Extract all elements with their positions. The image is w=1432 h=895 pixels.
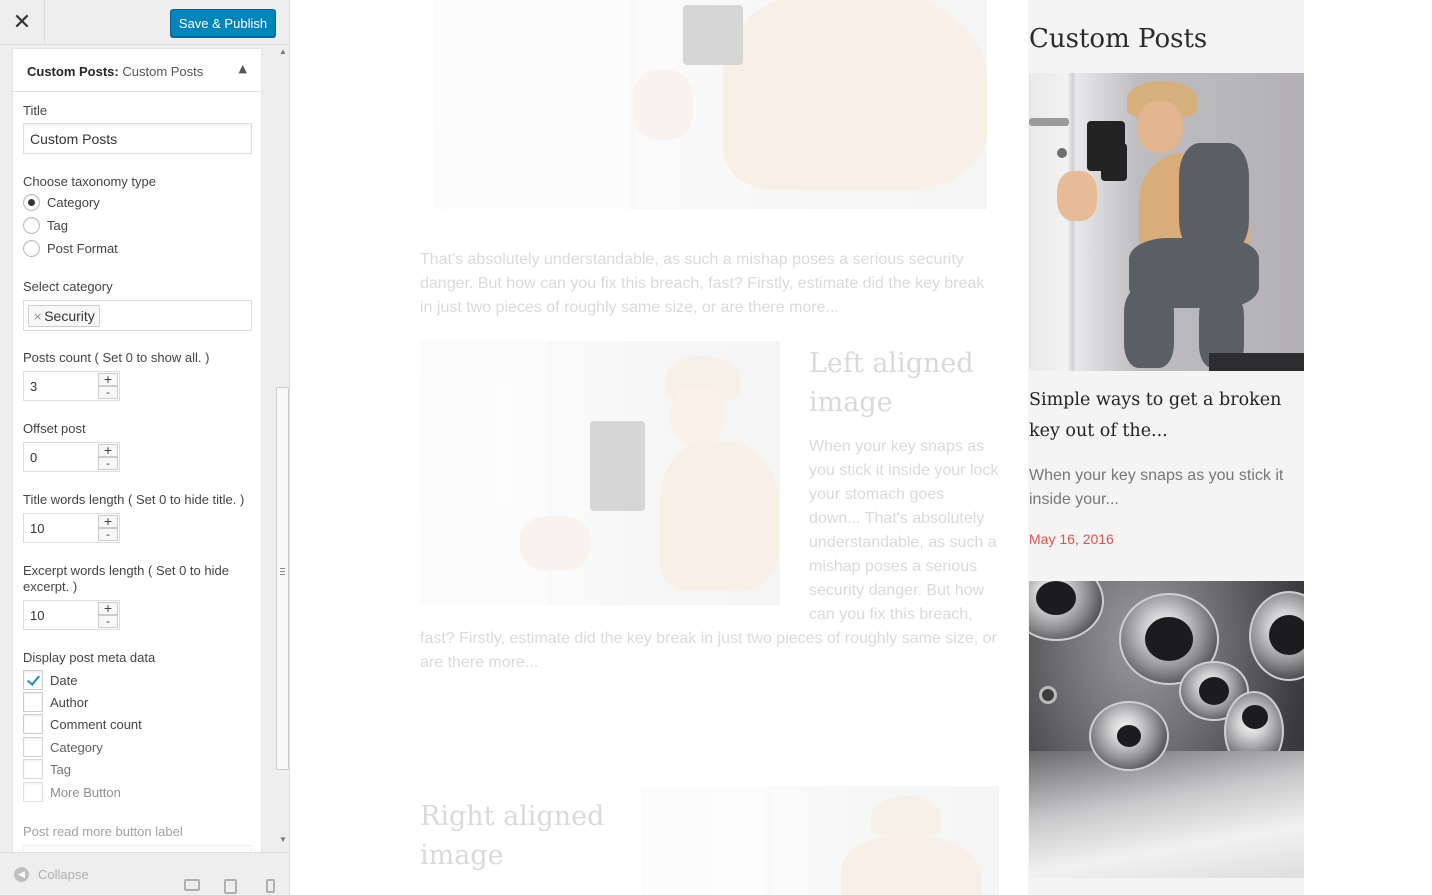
select-category-label: Select category	[23, 279, 113, 294]
excerpt-words-label: Excerpt words length ( Set 0 to hide exc…	[23, 563, 229, 594]
read-more-label: Post read more button label	[23, 824, 183, 839]
close-icon[interactable]: ✕	[0, 0, 45, 45]
title-input[interactable]: Custom Posts	[23, 123, 252, 154]
checkbox-label: Author	[50, 694, 89, 710]
checkbox-author[interactable]: Author	[23, 692, 88, 712]
customizer-header: ✕ Save & Publish	[0, 0, 289, 45]
scroll-thumb[interactable]	[276, 387, 289, 770]
collapse-label[interactable]: Collapse	[38, 867, 89, 882]
increment-button[interactable]: +	[98, 602, 118, 615]
category-chip-label: Security	[44, 308, 95, 324]
post-excerpt: When your key snaps as you stick it insi…	[1029, 467, 1284, 508]
meta-label: Display post meta data	[23, 650, 156, 665]
checkbox[interactable]	[23, 759, 43, 779]
right-aligned-image	[641, 786, 999, 895]
save-publish-button[interactable]: Save & Publish	[170, 9, 276, 37]
checkbox-label: Tag	[50, 761, 71, 777]
radio-category[interactable]: Category	[23, 192, 100, 212]
posts-count-input[interactable]: 3 + -	[23, 371, 120, 401]
collapse-icon[interactable]: ◀	[14, 867, 29, 882]
offset-label: Offset post	[23, 421, 86, 436]
widget-title: Custom Posts: Custom Posts	[27, 64, 203, 79]
widget-name: Custom Posts	[122, 64, 204, 79]
excerpt-words-input[interactable]: 10 + -	[23, 600, 120, 630]
scrollbar[interactable]: ▲ ▼	[275, 45, 289, 855]
increment-button[interactable]: +	[98, 373, 118, 386]
checkbox-label: More Button	[50, 784, 121, 800]
grip-icon	[280, 568, 285, 575]
widget-header[interactable]: Custom Posts: Custom Posts ▲	[13, 49, 261, 92]
taxonomy-label: Choose taxonomy type	[23, 174, 156, 189]
category-chip: × Security	[28, 305, 100, 327]
radio-tag[interactable]: Tag	[23, 215, 68, 235]
decrement-button[interactable]: -	[98, 457, 118, 470]
post-content: That's absolutely understandable, as suc…	[291, 0, 1011, 895]
posts-count-value: 3	[30, 379, 38, 394]
checkbox-label: Category	[50, 739, 103, 755]
left-aligned-title: Left aligned image	[809, 348, 974, 418]
radio-button[interactable]	[23, 239, 40, 257]
checkbox-more-button[interactable]: More Button	[23, 782, 121, 802]
radio-label: Tag	[47, 217, 68, 233]
radio-button[interactable]	[23, 216, 40, 234]
radio-label: Category	[47, 194, 100, 210]
offset-input[interactable]: 0 + -	[23, 442, 120, 472]
custom-posts-widget: Custom Posts Simple ways to get a broken…	[1028, 0, 1304, 895]
tablet-icon[interactable]	[224, 879, 237, 894]
checkbox-label: Comment count	[50, 716, 142, 732]
checkbox[interactable]	[23, 670, 43, 690]
checkbox-tag[interactable]: Tag	[23, 759, 71, 779]
article-paragraph: That's absolutely understandable, as suc…	[420, 251, 985, 316]
right-aligned-title: Right aligned image	[420, 801, 605, 871]
radio-label: Post Format	[47, 240, 118, 256]
title-label: Title	[23, 103, 48, 118]
left-aligned-text: When your key snaps as you stick it insi…	[420, 435, 1000, 675]
post-thumbnail-sockets[interactable]	[1029, 581, 1304, 878]
checkbox[interactable]	[23, 714, 43, 734]
decrement-button[interactable]: -	[98, 528, 118, 541]
caret-up-icon[interactable]: ▲	[239, 62, 247, 75]
widget-heading: Custom Posts	[1029, 24, 1208, 54]
widget-panel: Custom Posts: Custom Posts ▲ Title Custo…	[12, 48, 262, 855]
title-words-input[interactable]: 10 + -	[23, 513, 120, 543]
scroll-down-icon[interactable]: ▼	[279, 835, 287, 844]
checkbox-label: Date	[50, 672, 78, 688]
checkbox[interactable]	[23, 692, 43, 712]
checkbox[interactable]	[23, 782, 43, 802]
checkbox-date[interactable]: Date	[23, 670, 77, 690]
offset-value: 0	[30, 450, 38, 465]
decrement-button[interactable]: -	[98, 615, 118, 628]
checkbox-comment-count[interactable]: Comment count	[23, 714, 142, 734]
customizer-footer: ◀ Collapse	[0, 852, 289, 895]
remove-chip-icon[interactable]: ×	[33, 310, 42, 323]
increment-button[interactable]: +	[98, 444, 118, 457]
posts-count-label: Posts count ( Set 0 to show all. )	[23, 350, 210, 365]
desktop-icon[interactable]	[184, 879, 200, 891]
widget-type-label: Custom Posts:	[27, 64, 119, 79]
checkbox[interactable]	[23, 737, 43, 757]
excerpt-words-value: 10	[30, 608, 45, 623]
radio-button[interactable]	[23, 193, 40, 211]
scroll-up-icon[interactable]: ▲	[279, 47, 287, 56]
title-words-label: Title words length ( Set 0 to hide title…	[23, 492, 245, 507]
category-select[interactable]: × Security	[23, 300, 252, 331]
site-preview: That's absolutely understandable, as suc…	[291, 0, 1432, 895]
radio-post-format[interactable]: Post Format	[23, 238, 118, 258]
post-thumbnail-locksmith[interactable]	[1029, 73, 1304, 371]
decrement-button[interactable]: -	[98, 386, 118, 399]
title-words-value: 10	[30, 521, 45, 536]
post-date: May 16, 2016	[1029, 531, 1114, 547]
checkbox-category[interactable]: Category	[23, 737, 103, 757]
mobile-icon[interactable]	[266, 879, 275, 893]
post-title-link[interactable]: Simple ways to get a broken key out of t…	[1029, 385, 1304, 447]
article-image-top	[433, 0, 987, 209]
customizer-sidebar: ✕ Save & Publish Custom Posts: Custom Po…	[0, 0, 290, 895]
increment-button[interactable]: +	[98, 515, 118, 528]
